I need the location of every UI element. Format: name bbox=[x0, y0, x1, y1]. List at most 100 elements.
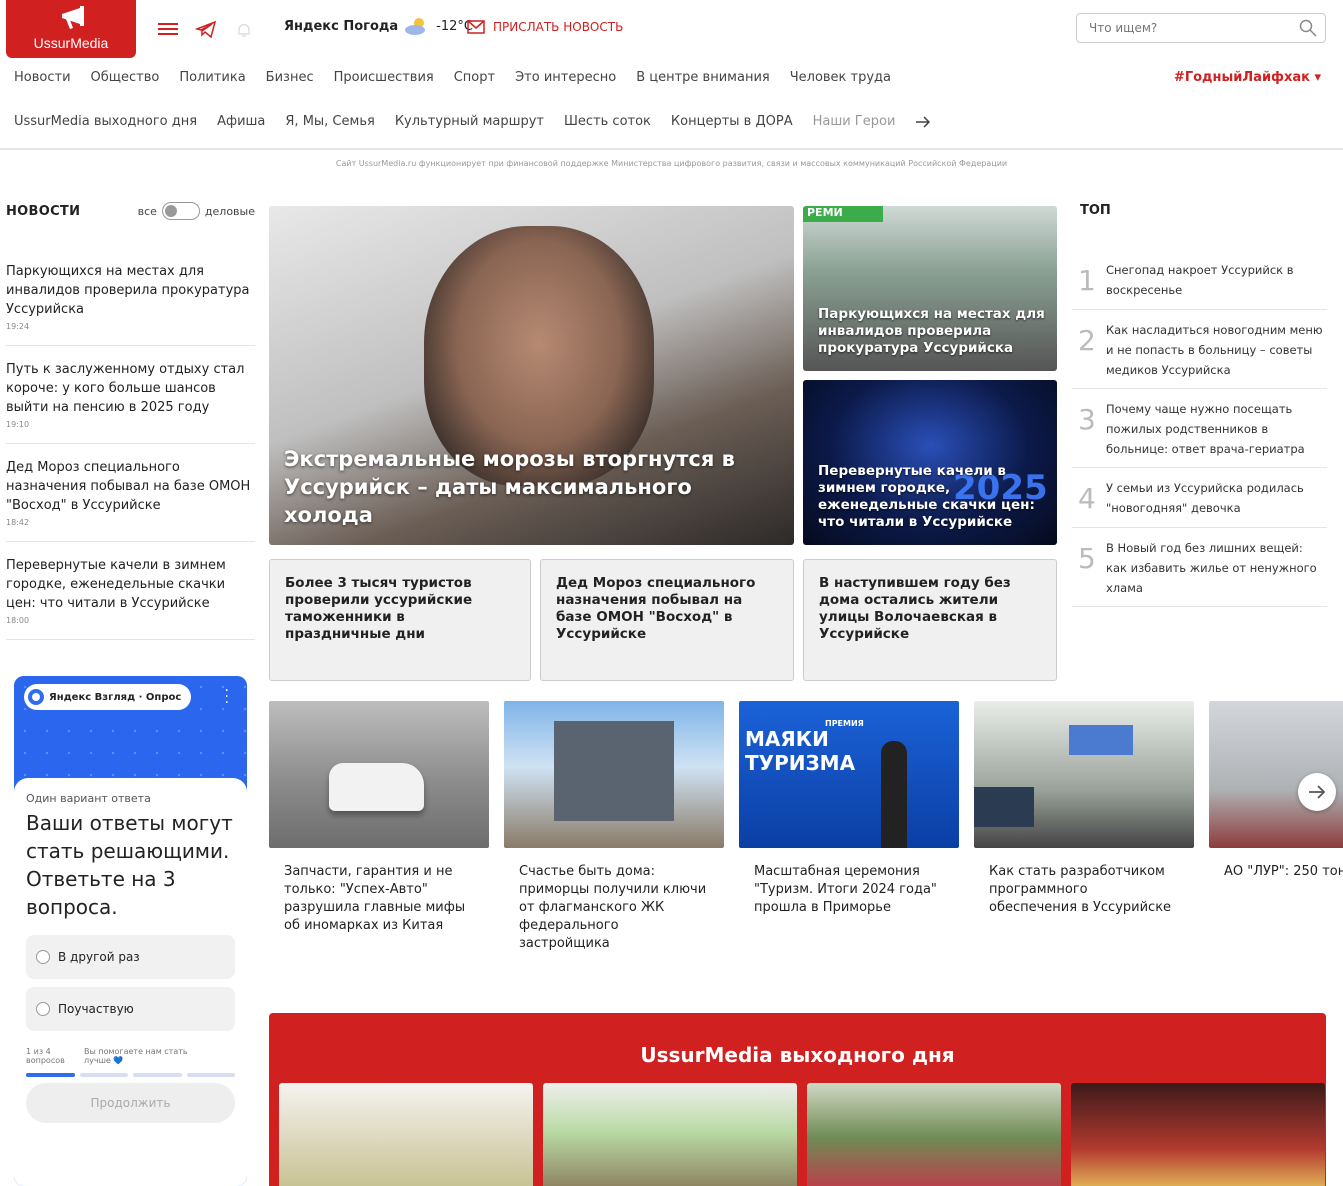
top-item-title[interactable]: Снегопад накроет Уссурийск в воскресенье bbox=[1106, 260, 1327, 301]
featured-article[interactable]: РЕМИ Паркующихся на местах для инвалидов… bbox=[803, 206, 1057, 371]
top-item[interactable]: 2 Как насладиться новогодним меню и не по… bbox=[1072, 310, 1327, 389]
article-title[interactable]: Перевернутые качели в зимнем городке, еж… bbox=[818, 463, 1045, 531]
nav-item[interactable]: Культурный маршрут bbox=[395, 114, 544, 129]
strip-article[interactable]: Счастье быть дома: приморцы получили клю… bbox=[504, 701, 724, 953]
nav-item[interactable]: Бизнес bbox=[266, 70, 314, 85]
top-rank: 5 bbox=[1078, 542, 1096, 575]
bell-icon[interactable] bbox=[233, 19, 255, 39]
toggle-business-label[interactable]: деловые bbox=[205, 205, 255, 218]
hero-title[interactable]: Экстремальные морозы вторгнутся в Уссури… bbox=[284, 445, 774, 529]
article-title[interactable]: Счастье быть дома: приморцы получили клю… bbox=[519, 863, 709, 953]
top-column: ТОП 1 Снегопад накроет Уссурийск в воскре… bbox=[1072, 200, 1327, 607]
poll-badge: Яндекс Взгляд · Опрос bbox=[24, 684, 192, 710]
overlay-text: МАЯКИ ТУРИЗМА bbox=[745, 727, 856, 775]
top-item[interactable]: 3 Почему чаще нужно посещать пожилых родс… bbox=[1072, 389, 1327, 468]
strip-article[interactable]: Как стать разработчиком программного обе… bbox=[974, 701, 1194, 917]
news-item-time: 19:24 bbox=[6, 322, 30, 331]
weekend-title[interactable]: UssurMedia выходного дня bbox=[269, 1043, 1326, 1067]
top-item-title[interactable]: У семьи из Уссурийска родилась "новогодн… bbox=[1106, 478, 1327, 519]
nav-item[interactable]: Я, Мы, Семья bbox=[285, 114, 374, 129]
top-rank: 2 bbox=[1078, 324, 1096, 357]
mini-article[interactable]: Более 3 тысяч туристов проверили уссурий… bbox=[269, 559, 531, 681]
news-item-title[interactable]: Путь к заслуженному отдыху стал короче: … bbox=[6, 360, 255, 417]
weekend-article-image[interactable] bbox=[1071, 1083, 1325, 1186]
article-title[interactable]: Запчасти, гарантия и не только: "Успех-А… bbox=[284, 863, 474, 935]
top-item-title[interactable]: Как насладиться новогодним меню и не поп… bbox=[1106, 320, 1327, 380]
nav-item[interactable]: Политика bbox=[179, 70, 245, 85]
nav-item[interactable]: Спорт bbox=[454, 70, 495, 85]
search-box[interactable] bbox=[1076, 13, 1326, 43]
hero-article[interactable]: Экстремальные морозы вторгнутся в Уссури… bbox=[269, 206, 794, 545]
top-rank: 1 bbox=[1078, 264, 1096, 297]
hashtag-dropdown[interactable]: #ГодныйЛайфхак ▾ bbox=[1174, 70, 1321, 85]
article-title[interactable]: Паркующихся на местах для инвалидов пров… bbox=[818, 306, 1045, 357]
strip-article[interactable]: Запчасти, гарантия и не только: "Успех-А… bbox=[269, 701, 489, 935]
nav-item[interactable]: Происшествия bbox=[334, 70, 434, 85]
nav-item[interactable]: Наши Герои bbox=[813, 114, 896, 129]
article-title[interactable]: АО "ЛУР": 250 тонн угля – не bbox=[1224, 863, 1343, 881]
search-input[interactable] bbox=[1077, 14, 1277, 42]
nav-item[interactable]: Концерты в ДОРА bbox=[671, 114, 793, 129]
top-item[interactable]: 1 Снегопад накроет Уссурийск в воскресень… bbox=[1072, 250, 1327, 310]
arrow-right-icon[interactable] bbox=[915, 115, 931, 129]
news-item-title[interactable]: Перевернутые качели в зимнем городке, еж… bbox=[6, 556, 255, 613]
top-title: ТОП bbox=[1080, 203, 1111, 218]
telegram-icon[interactable] bbox=[195, 19, 217, 39]
top-item-title[interactable]: Почему чаще нужно посещать пожилых родст… bbox=[1106, 399, 1327, 459]
nav-item[interactable]: UssurMedia выходного дня bbox=[14, 114, 197, 129]
news-item[interactable]: Перевернутые качели в зимнем городке, еж… bbox=[6, 556, 255, 640]
top-rank: 4 bbox=[1078, 482, 1096, 515]
poll-option[interactable]: В другой раз bbox=[26, 935, 235, 979]
article-image bbox=[504, 701, 724, 848]
megaphone-icon bbox=[62, 6, 84, 29]
more-vertical-icon[interactable]: · · · bbox=[225, 684, 229, 710]
weekend-article-image[interactable] bbox=[807, 1083, 1061, 1186]
weather-widget[interactable]: Яндекс Погода -12°C bbox=[284, 17, 473, 35]
poll-brand: Яндекс Взгляд · Опрос bbox=[49, 691, 182, 703]
article-image: ПРЕМИЯ МАЯКИ ТУРИЗМА bbox=[739, 701, 959, 848]
menu-icon[interactable] bbox=[157, 19, 179, 39]
poll-option-label: В другой раз bbox=[58, 950, 140, 964]
nav-item[interactable]: Новости bbox=[14, 70, 71, 85]
article-image bbox=[269, 701, 489, 848]
top-item[interactable]: 5 В Новый год без лишних вещей: как избав… bbox=[1072, 528, 1327, 607]
news-item-title[interactable]: Паркующихся на местах для инвалидов пров… bbox=[6, 262, 255, 319]
poll-progress-bar bbox=[26, 1073, 235, 1077]
article-title[interactable]: Как стать разработчиком программного обе… bbox=[989, 863, 1179, 917]
news-item[interactable]: Дед Мороз специального назначения побыва… bbox=[6, 458, 255, 542]
funding-note: Сайт UssurMedia.ru функционирует при фин… bbox=[335, 159, 1008, 168]
nav-item[interactable]: Человек труда bbox=[790, 70, 891, 85]
radio-icon[interactable] bbox=[36, 1002, 50, 1016]
mini-article[interactable]: В наступившем году без дома остались жит… bbox=[803, 559, 1057, 681]
mini-article[interactable]: Дед Мороз специального назначения побыва… bbox=[540, 559, 794, 681]
poll-thanks: Вы помогаете нам стать лучше 💙 bbox=[84, 1047, 188, 1065]
news-item-title[interactable]: Дед Мороз специального назначения побыва… bbox=[6, 458, 255, 515]
news-filter-toggle[interactable] bbox=[161, 202, 200, 220]
radio-icon[interactable] bbox=[36, 950, 50, 964]
strip-article[interactable]: ПРЕМИЯ МАЯКИ ТУРИЗМА Масштабная церемони… bbox=[739, 701, 959, 917]
header-divider bbox=[0, 148, 1343, 150]
weekend-article-image[interactable] bbox=[279, 1083, 533, 1186]
nav-item[interactable]: В центре внимания bbox=[636, 70, 770, 85]
secondary-nav: UssurMedia выходного дня Афиша Я, Мы, Се… bbox=[14, 114, 931, 129]
search-icon[interactable] bbox=[1299, 19, 1317, 37]
featured-article[interactable]: 2025 Перевернутые качели в зимнем городк… bbox=[803, 380, 1057, 545]
nav-item[interactable]: Шесть соток bbox=[564, 114, 651, 129]
poll-option[interactable]: Поучаствую bbox=[26, 987, 235, 1031]
carousel-next-button[interactable] bbox=[1298, 773, 1336, 811]
poll-card: Один вариант ответа Ваши ответы могут ст… bbox=[14, 778, 247, 1186]
cloud-sun-icon bbox=[405, 18, 426, 35]
top-item[interactable]: 4 У семьи из Уссурийска родилась "новогод… bbox=[1072, 468, 1327, 528]
weekend-article-image[interactable] bbox=[543, 1083, 797, 1186]
nav-item[interactable]: Это интересно bbox=[515, 70, 616, 85]
toggle-all-label[interactable]: все bbox=[138, 205, 157, 218]
article-title[interactable]: Масштабная церемония "Туризм. Итоги 2024… bbox=[754, 863, 944, 917]
news-item[interactable]: Паркующихся на местах для инвалидов пров… bbox=[6, 262, 255, 346]
top-item-title[interactable]: В Новый год без лишних вещей: как избави… bbox=[1106, 538, 1327, 598]
continue-button[interactable]: Продолжить bbox=[26, 1083, 235, 1123]
nav-item[interactable]: Общество bbox=[91, 70, 160, 85]
site-logo[interactable]: UssurMedia bbox=[6, 0, 136, 58]
send-news-link[interactable]: ПРИСЛАТЬ НОВОСТЬ bbox=[467, 20, 623, 34]
nav-item[interactable]: Афиша bbox=[217, 114, 265, 129]
news-item[interactable]: Путь к заслуженному отдыху стал короче: … bbox=[6, 360, 255, 444]
